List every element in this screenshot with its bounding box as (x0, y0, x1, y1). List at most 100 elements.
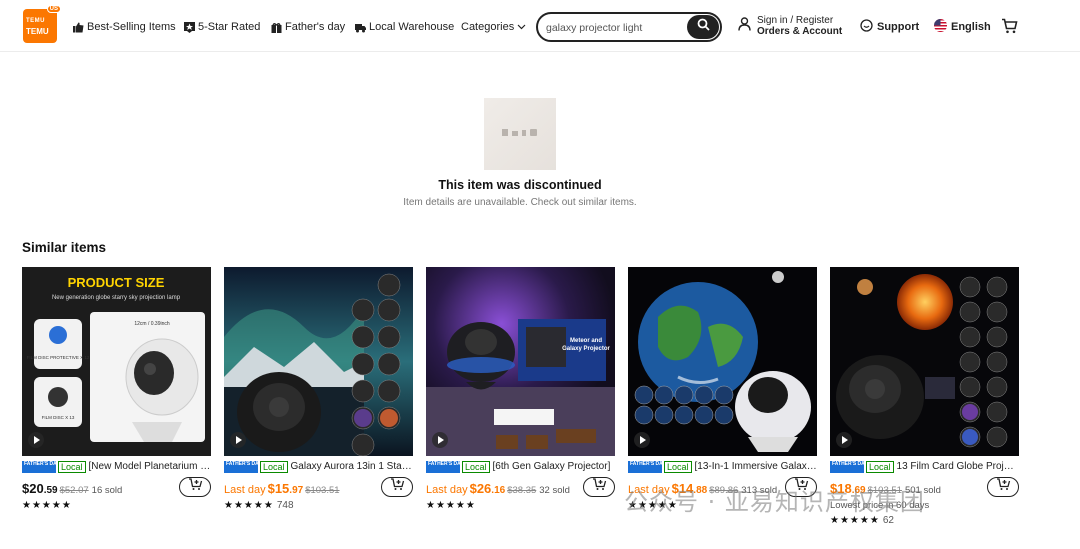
stars: ★★★★★ (22, 500, 72, 511)
product-card[interactable]: Meteor and Galaxy Projector FATHER'S DAY… (426, 267, 615, 511)
language-selector[interactable]: English (934, 19, 991, 35)
nav-five-star-label: 5-Star Rated (198, 21, 261, 33)
add-to-cart-button[interactable] (583, 477, 615, 497)
add-to-cart-button[interactable] (381, 477, 413, 497)
nav-categories[interactable]: Categories (461, 19, 528, 35)
add-cart-icon (390, 478, 405, 496)
star-badge-icon (184, 21, 195, 33)
nav-local-warehouse[interactable]: Local Warehouse (355, 19, 454, 35)
cart-icon (1001, 18, 1018, 38)
video-play-icon[interactable] (836, 432, 852, 448)
fathers-day-badge: FATHER'S DAY (224, 460, 262, 473)
price-cents: .16 (491, 485, 506, 496)
fathers-day-badge: FATHER'S DAY (830, 460, 868, 473)
sold-count: 32 sold (539, 485, 570, 496)
local-badge: Local (664, 460, 692, 473)
thumbs-up-icon (73, 22, 84, 33)
top-header: TEMU TEMU US Best-Selling Items 5-Star R… (0, 0, 1080, 52)
search-icon (697, 18, 710, 36)
nav-best-selling[interactable]: Best-Selling Items (73, 19, 176, 35)
search-input[interactable] (546, 19, 686, 36)
product-image[interactable] (224, 267, 413, 456)
temu-logo[interactable]: TEMU TEMU US (23, 5, 61, 43)
support-icon (860, 19, 873, 35)
svg-text:Meteor and: Meteor and (570, 338, 602, 344)
add-cart-icon (996, 478, 1011, 496)
product-title[interactable]: Galaxy Aurora 13in 1 Star Projector (291, 461, 413, 472)
orders-account-label: Orders & Account (757, 26, 843, 37)
original-price: $103.51 (305, 485, 340, 496)
add-to-cart-button[interactable] (179, 477, 211, 497)
local-badge: Local (260, 460, 288, 473)
local-badge: Local (866, 460, 894, 473)
price-dollars: $20 (22, 481, 44, 496)
svg-text:Galaxy Projector: Galaxy Projector (562, 346, 610, 352)
stars: ★★★★★ (224, 500, 274, 511)
search-button[interactable] (687, 15, 719, 39)
stars: ★★★★★ (426, 500, 476, 511)
nav-fathers-day-label: Father's day (285, 21, 346, 33)
signin-label: Sign in / Register (757, 15, 834, 26)
support-label: Support (877, 21, 920, 33)
similar-items-heading: Similar items (22, 240, 107, 255)
price-dollars: $15 (267, 481, 290, 496)
add-cart-icon (592, 478, 607, 496)
add-to-cart-button[interactable] (987, 477, 1019, 497)
star-rating: ★★★★★ (426, 500, 476, 511)
price-cents: .59 (43, 485, 58, 496)
discontinued-subtitle: Item details are unavailable. Check out … (403, 197, 637, 208)
svg-text:FILM DISC X 13: FILM DISC X 13 (42, 415, 75, 420)
star-rating: ★★★★★ 748 (224, 500, 294, 511)
discontinued-title: This item was discontinued (438, 178, 602, 192)
last-day-label: Last day (224, 484, 266, 496)
product-title[interactable]: 13 Film Card Globe Projector (897, 461, 1019, 472)
truck-icon (355, 22, 366, 33)
support-link[interactable]: Support (860, 19, 919, 35)
review-count: 748 (276, 500, 294, 511)
product-card[interactable]: FATHER'S DAY Local Galaxy Aurora 13in 1 … (224, 267, 413, 511)
video-play-icon[interactable] (634, 432, 650, 448)
star-rating: ★★★★★ (22, 500, 72, 511)
local-badge: Local (462, 460, 490, 473)
fathers-day-badge: FATHER'S DAY (426, 460, 464, 473)
last-day-label: Last day (426, 484, 468, 496)
original-price: $52.07 (59, 485, 89, 496)
product-price: $15.97 (268, 481, 304, 496)
svg-text:FILM DISC PROTECTIVE X 12: FILM DISC PROTECTIVE X 12 (27, 355, 90, 360)
nav-five-star[interactable]: 5-Star Rated (184, 19, 260, 35)
sold-count: 16 sold (91, 485, 123, 496)
video-play-icon[interactable] (28, 432, 44, 448)
product-card[interactable]: FATHER'S DAY Local 13 Film Card Globe Pr… (830, 267, 1019, 526)
product-image[interactable] (830, 267, 1019, 456)
product-title[interactable]: [13-In-1 Immersive Galaxy Projector] (695, 461, 817, 472)
original-price: $38.35 (507, 485, 537, 496)
gift-icon (271, 22, 282, 33)
cart-button[interactable] (1001, 18, 1018, 39)
nav-local-warehouse-label: Local Warehouse (369, 21, 455, 33)
nav-fathers-day[interactable]: Father's day (271, 19, 345, 35)
product-price: $26.16 (470, 481, 506, 496)
video-play-icon[interactable] (230, 432, 246, 448)
user-icon (738, 16, 751, 36)
search-bar[interactable] (536, 12, 722, 42)
svg-text:12cm / 0.39inch: 12cm / 0.39inch (134, 321, 170, 327)
placeholder-image (484, 98, 556, 170)
add-cart-icon (188, 478, 203, 496)
nav-categories-label: Categories (461, 21, 515, 33)
video-play-icon[interactable] (432, 432, 448, 448)
svg-text:New generation globe starry sk: New generation globe starry sky projecti… (52, 295, 181, 301)
product-card[interactable]: PRODUCT SIZE New generation globe starry… (22, 267, 211, 511)
product-image[interactable] (628, 267, 817, 456)
product-title[interactable]: [6th Gen Galaxy Projector] (493, 461, 611, 472)
logo-text-top: TEMU (26, 18, 45, 24)
price-cents: .97 (289, 485, 304, 496)
account-menu[interactable]: Sign in / Register Orders & Account (738, 15, 842, 37)
watermark-text: 公众号 · 亚易知识产权集团 (624, 488, 925, 516)
product-title[interactable]: [New Model Planetarium Projector] (89, 461, 211, 472)
fathers-day-badge: FATHER'S DAY (628, 460, 666, 473)
product-price: $20.59 (22, 481, 58, 496)
product-image[interactable]: Meteor and Galaxy Projector (426, 267, 615, 456)
product-image[interactable]: PRODUCT SIZE New generation globe starry… (22, 267, 211, 456)
svg-text:PRODUCT SIZE: PRODUCT SIZE (68, 275, 165, 290)
product-card[interactable]: FATHER'S DAY Local [13-In-1 Immersive Ga… (628, 267, 817, 511)
